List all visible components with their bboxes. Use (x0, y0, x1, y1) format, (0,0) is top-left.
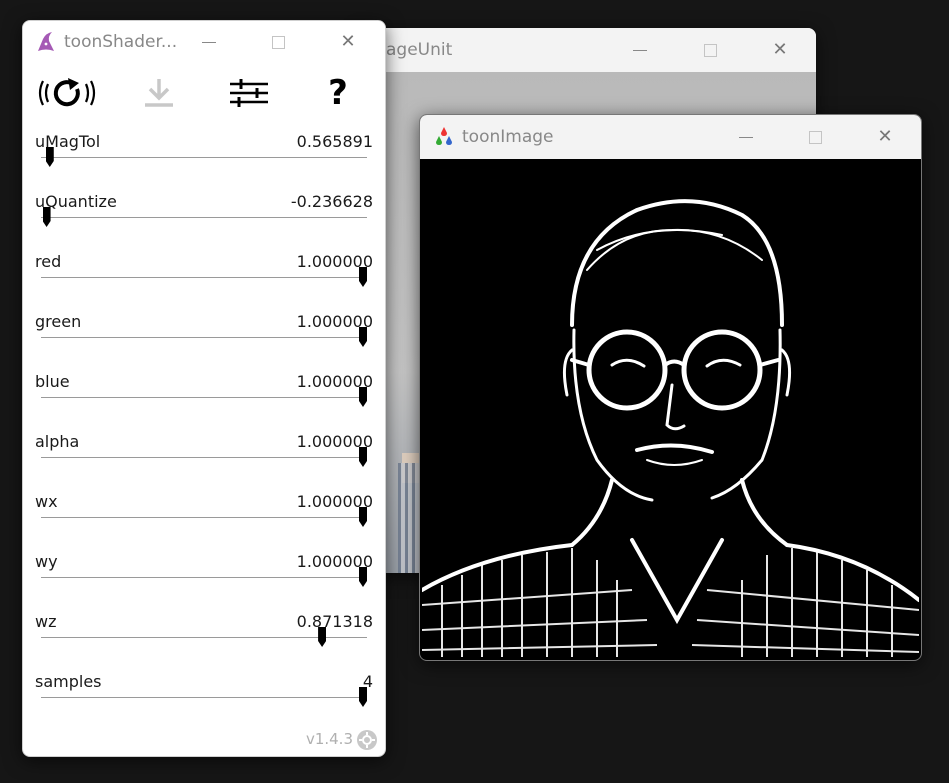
param-row-green: green 1.000000 (23, 312, 385, 372)
param-value: 0.871318 (296, 612, 373, 631)
slider-track[interactable] (41, 577, 367, 578)
slider-thumb[interactable] (359, 567, 367, 587)
param-name: green (35, 312, 82, 331)
param-row-samples: samples 4 (23, 672, 385, 732)
param-name: blue (35, 372, 70, 391)
panel-toolbar: ? (23, 69, 385, 117)
colored-drops-icon (434, 126, 454, 148)
param-row-uquantize: uQuantize -0.236628 (23, 192, 385, 252)
toon-line-art (420, 199, 921, 657)
param-name: wz (35, 612, 57, 631)
version-label: v1.4.3 (305, 730, 353, 748)
param-row-wy: wy 1.000000 (23, 552, 385, 612)
param-value: -0.236628 (290, 192, 373, 211)
param-row-wz: wz 0.871318 (23, 612, 385, 672)
reload-broadcast-icon[interactable] (35, 75, 99, 111)
toon-image-titlebar[interactable]: toonImage ✕ (420, 115, 921, 159)
toon-shader-titlebar[interactable]: toonShader... ✕ (23, 21, 385, 65)
slider-track[interactable] (41, 697, 367, 698)
slider-thumb[interactable] (359, 267, 367, 287)
toon-shader-title: toonShader... (64, 32, 178, 52)
slider-thumb[interactable] (359, 327, 367, 347)
wizard-hat-icon (36, 31, 56, 53)
slider-track[interactable] (41, 397, 367, 398)
slider-track[interactable] (41, 157, 367, 158)
minimize-icon[interactable] (736, 127, 756, 147)
question-icon[interactable]: ? (323, 75, 353, 111)
slider-track[interactable] (41, 337, 367, 338)
close-icon[interactable]: ✕ (770, 40, 790, 60)
settings-badge-icon[interactable] (357, 730, 377, 750)
param-row-red: red 1.000000 (23, 252, 385, 312)
param-row-alpha: alpha 1.000000 (23, 432, 385, 492)
maximize-icon[interactable] (268, 32, 288, 52)
toon-image-title: toonImage (462, 127, 554, 147)
toon-shader-panel: toonShader... ✕ ? uMagTol 0.565891 uQuan… (22, 20, 386, 757)
maximize-icon[interactable] (700, 40, 720, 60)
image-unit-title: ageUnit (386, 40, 453, 60)
toon-image-canvas (420, 160, 921, 658)
slider-thumb[interactable] (42, 207, 51, 227)
download-icon[interactable] (139, 75, 179, 111)
slider-track[interactable] (41, 217, 367, 218)
slider-thumb[interactable] (318, 627, 327, 647)
image-unit-titlebar[interactable]: ageUnit ✕ (358, 28, 816, 72)
param-name: red (35, 252, 62, 271)
sliders-icon[interactable] (227, 75, 271, 111)
param-name: samples (35, 672, 102, 691)
close-icon[interactable]: ✕ (338, 32, 358, 52)
slider-track[interactable] (41, 277, 367, 278)
param-row-wx: wx 1.000000 (23, 492, 385, 552)
slider-thumb[interactable] (45, 147, 54, 167)
param-name: uMagTol (35, 132, 101, 151)
param-row-umagtol: uMagTol 0.565891 (23, 132, 385, 192)
close-icon[interactable]: ✕ (875, 127, 895, 147)
slider-track[interactable] (41, 517, 367, 518)
param-value: 0.565891 (296, 132, 373, 151)
param-name: wy (35, 552, 58, 571)
param-row-blue: blue 1.000000 (23, 372, 385, 432)
toon-image-window: toonImage ✕ (419, 114, 922, 661)
slider-thumb[interactable] (359, 687, 367, 707)
param-name: alpha (35, 432, 80, 451)
slider-thumb[interactable] (359, 387, 367, 407)
slider-thumb[interactable] (359, 447, 367, 467)
slider-track[interactable] (41, 457, 367, 458)
minimize-icon[interactable] (199, 32, 219, 52)
param-name: wx (35, 492, 58, 511)
minimize-icon[interactable] (630, 40, 650, 60)
maximize-icon[interactable] (805, 127, 825, 147)
slider-thumb[interactable] (359, 507, 367, 527)
